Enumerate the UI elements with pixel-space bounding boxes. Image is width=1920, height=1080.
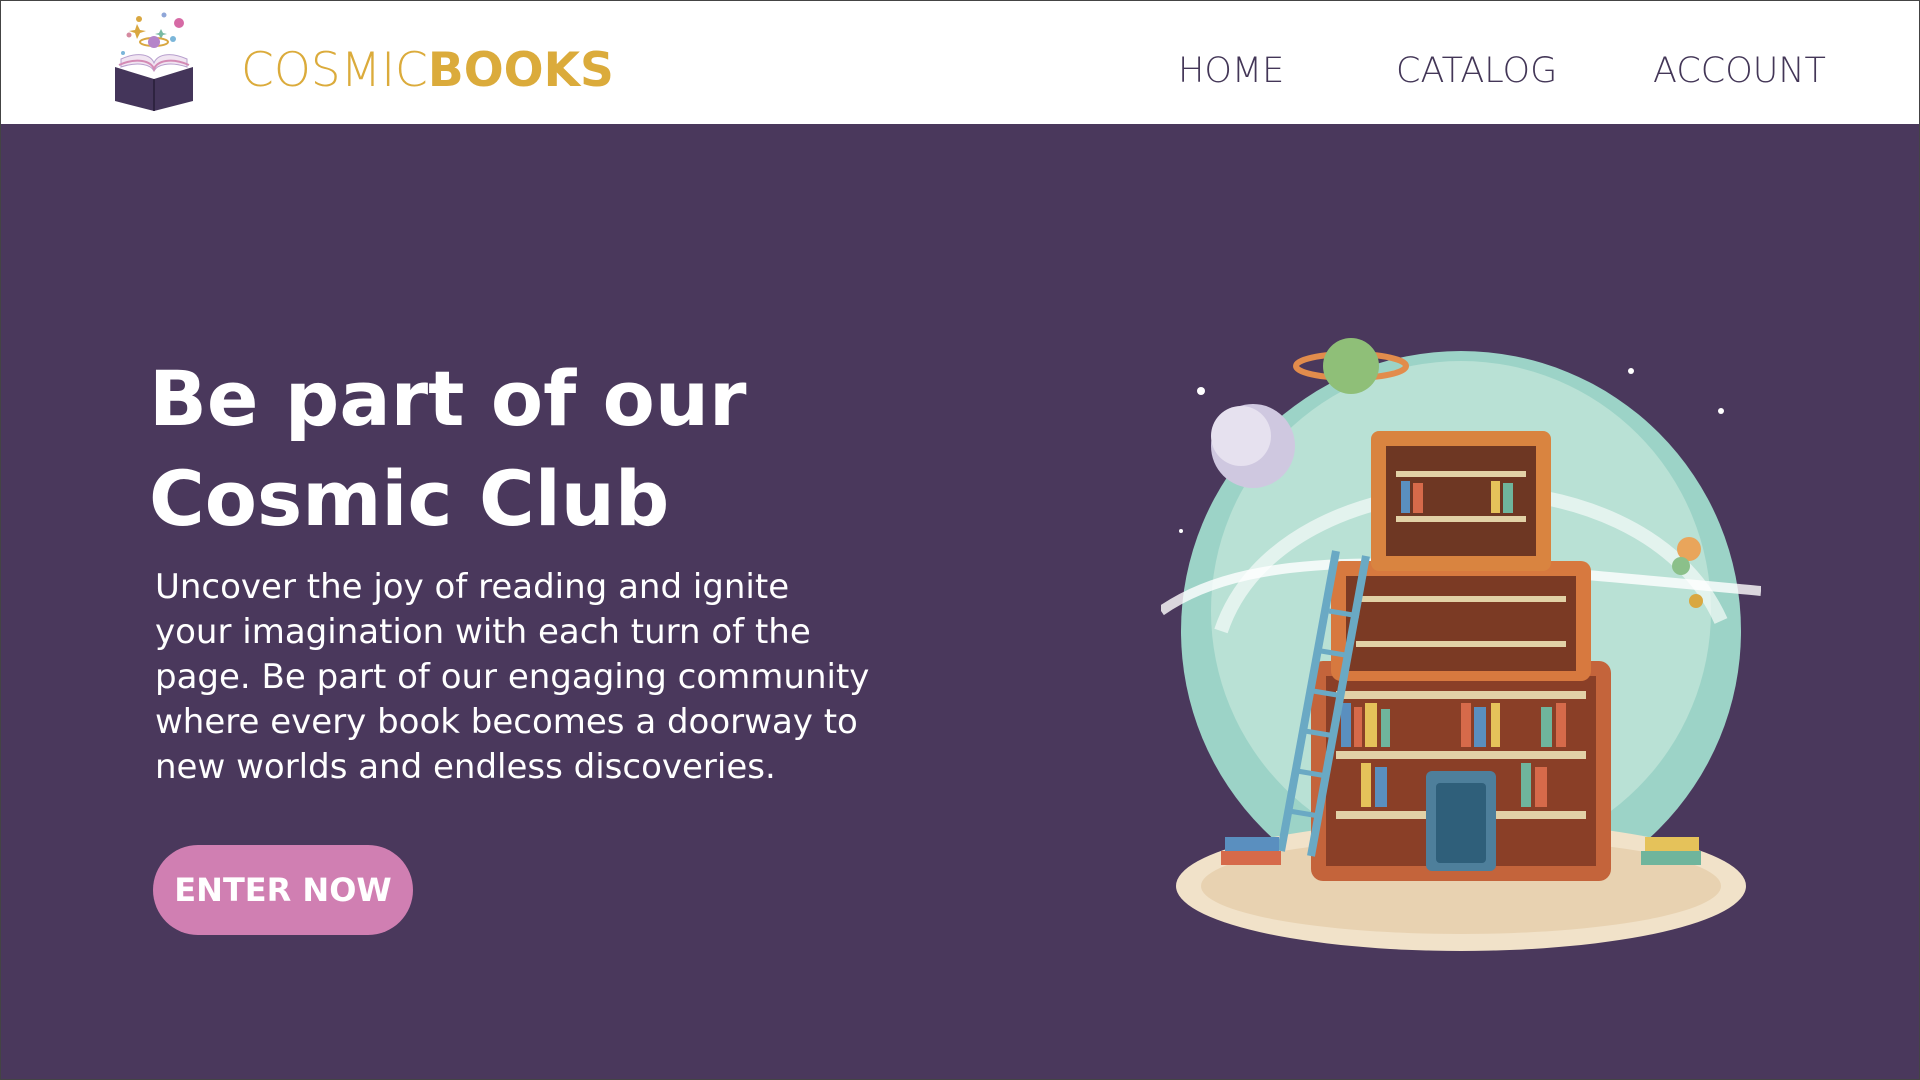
hero-title-line-2: Cosmic Club <box>149 454 670 543</box>
page: COSMICBOOKS HOME CATALOG ACCOUNT Be part… <box>0 0 1920 1080</box>
nav-catalog[interactable]: CATALOG <box>1396 47 1557 95</box>
enter-now-button[interactable]: ENTER NOW <box>153 845 413 935</box>
nav-account[interactable]: ACCOUNT <box>1653 47 1826 95</box>
nav-home[interactable]: HOME <box>1178 47 1284 95</box>
open-book-logo-icon[interactable] <box>109 9 199 111</box>
hero-description: Uncover the joy of reading and ignite yo… <box>155 567 870 787</box>
cosmic-library-illustration <box>1161 338 1761 951</box>
hero-title-line-1: Be part of our <box>149 354 747 443</box>
brand-wordmark[interactable]: COSMICBOOKS <box>241 41 614 101</box>
brand-part-cosmic: COSMIC <box>241 43 428 98</box>
brand-part-books: BOOKS <box>427 43 614 98</box>
hero-title: Be part of our Cosmic Club <box>149 349 909 549</box>
site-header: COSMICBOOKS HOME CATALOG ACCOUNT <box>1 1 1919 124</box>
